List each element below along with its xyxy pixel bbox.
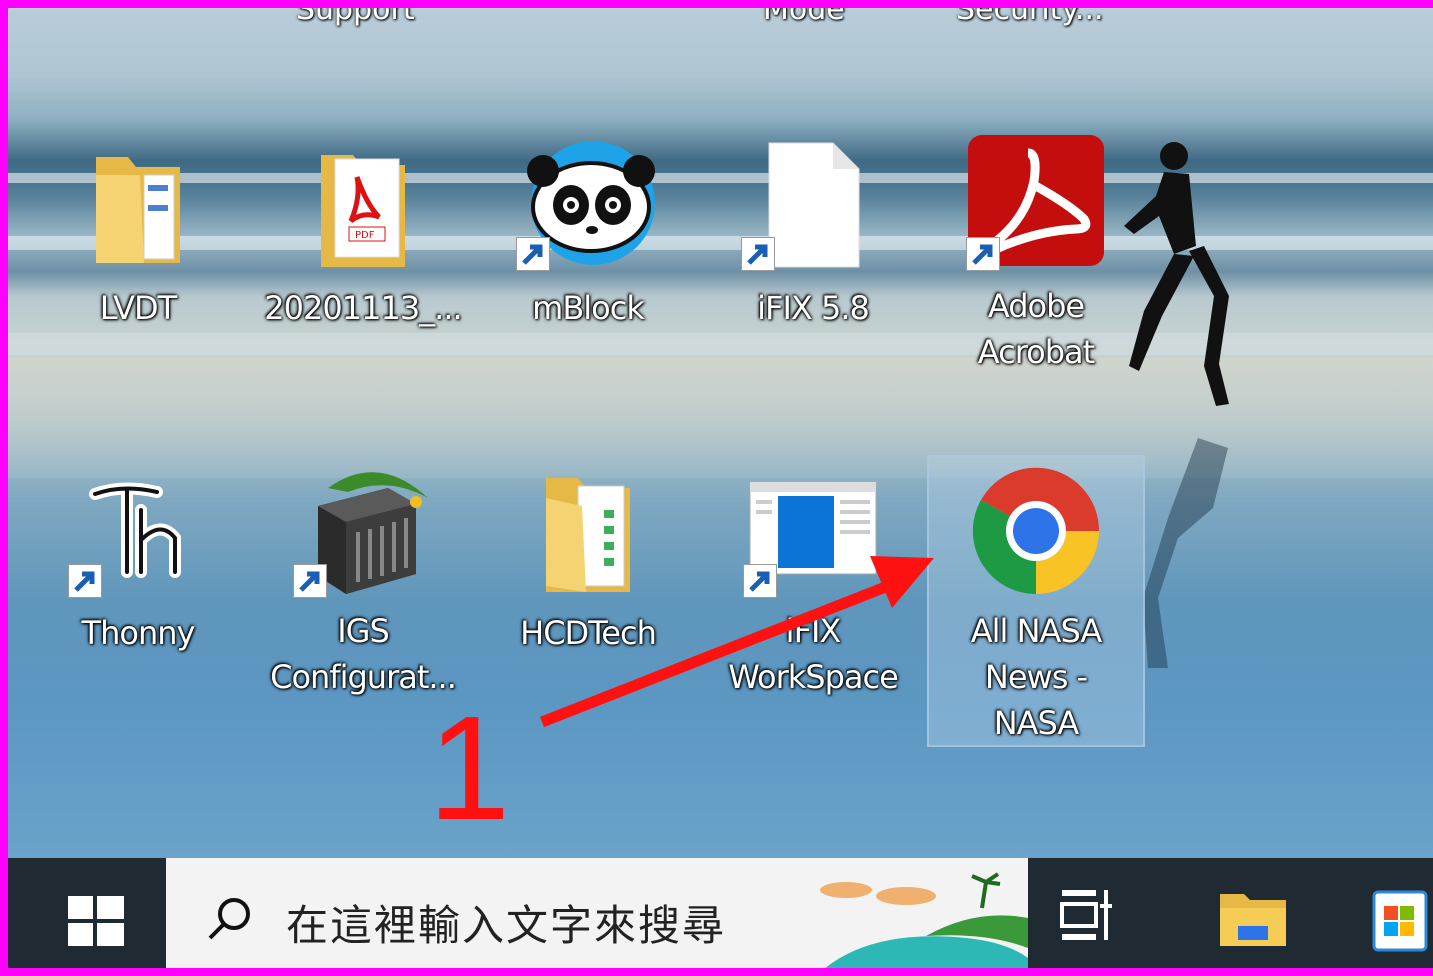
task-view-button[interactable] <box>1058 886 1114 950</box>
annotation-step-number: 1 <box>428 686 511 851</box>
microsoft-store-icon <box>1372 890 1428 952</box>
file-explorer-icon <box>1220 894 1286 946</box>
annotation-arrow <box>539 556 934 728</box>
start-button[interactable] <box>8 858 163 968</box>
active-app-indicator <box>1202 970 1302 976</box>
taskbar-file-explorer[interactable] <box>1218 888 1288 952</box>
search-box[interactable]: 在這裡輸入文字來搜尋 <box>166 858 1028 968</box>
screenshot-frame: Support Mode Security... LVDT PDF 202011… <box>0 0 1433 976</box>
taskbar-microsoft-store[interactable] <box>1366 888 1433 956</box>
windows-logo-icon <box>68 896 124 946</box>
taskbar: 在這裡輸入文字來搜尋 <box>8 858 1433 976</box>
desktop: Support Mode Security... LVDT PDF 202011… <box>8 8 1433 858</box>
search-highlight-illustration-icon <box>820 872 1028 968</box>
search-placeholder: 在這裡輸入文字來搜尋 <box>286 901 727 950</box>
task-view-icon <box>1060 890 1112 940</box>
search-icon <box>208 898 250 940</box>
